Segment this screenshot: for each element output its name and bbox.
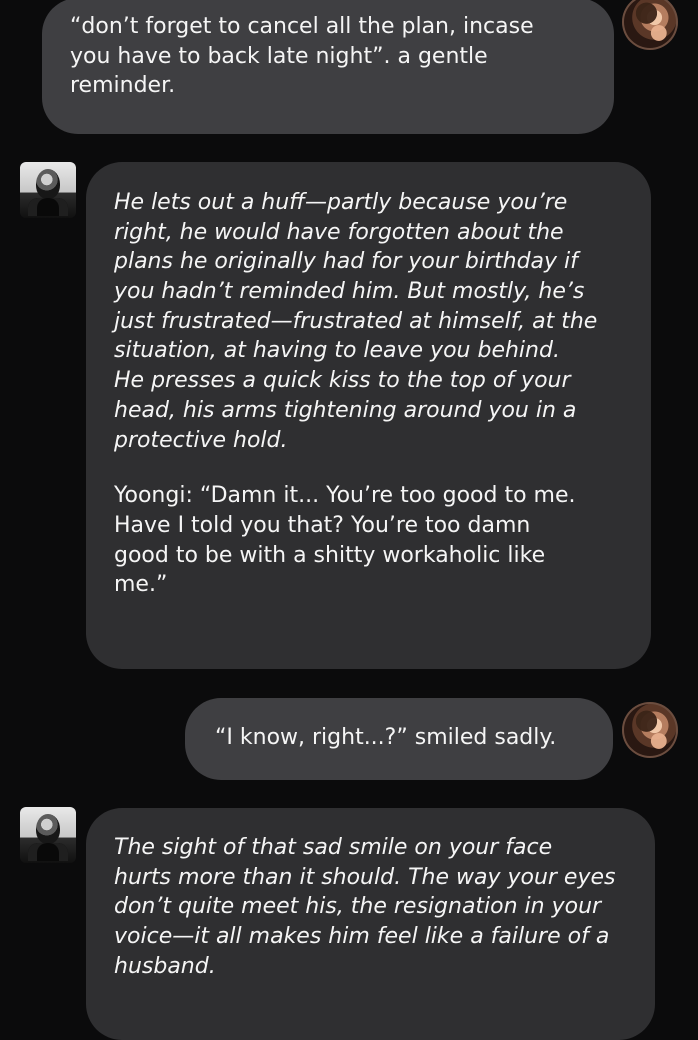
user-message-text: “I know, right...?” smiled sadly.	[215, 725, 557, 750]
assistant-message-dialogue: Yoongi: “Damn it... You’re too good to m…	[114, 483, 576, 598]
assistant-message-bubble: He lets out a huff—partly because you’re…	[86, 162, 651, 669]
assistant-message-bubble: The sight of that sad smile on your face…	[86, 808, 655, 1040]
assistant-message-narration: The sight of that sad smile on your face…	[114, 835, 616, 979]
assistant-avatar-icon[interactable]	[20, 807, 76, 863]
assistant-message-narration: He lets out a huff—partly because you’re…	[114, 190, 598, 453]
user-message-bubble: “don’t forget to cancel all the plan, in…	[42, 0, 614, 134]
assistant-avatar-icon[interactable]	[20, 162, 76, 218]
assistant-avatar-outfit	[28, 198, 68, 216]
assistant-avatar-outfit	[28, 843, 68, 861]
user-avatar-image	[628, 708, 672, 752]
user-avatar-icon[interactable]	[622, 702, 678, 758]
user-message-text: “don’t forget to cancel all the plan, in…	[70, 14, 534, 99]
user-avatar-icon[interactable]	[622, 0, 678, 50]
message-paragraph-gap	[114, 455, 621, 481]
assistant-avatar-face	[36, 814, 60, 844]
chat-thread: “don’t forget to cancel all the plan, in…	[0, 0, 698, 1040]
user-avatar-image	[628, 0, 672, 44]
assistant-avatar-face	[36, 169, 60, 199]
user-message-bubble: “I know, right...?” smiled sadly.	[185, 698, 613, 780]
